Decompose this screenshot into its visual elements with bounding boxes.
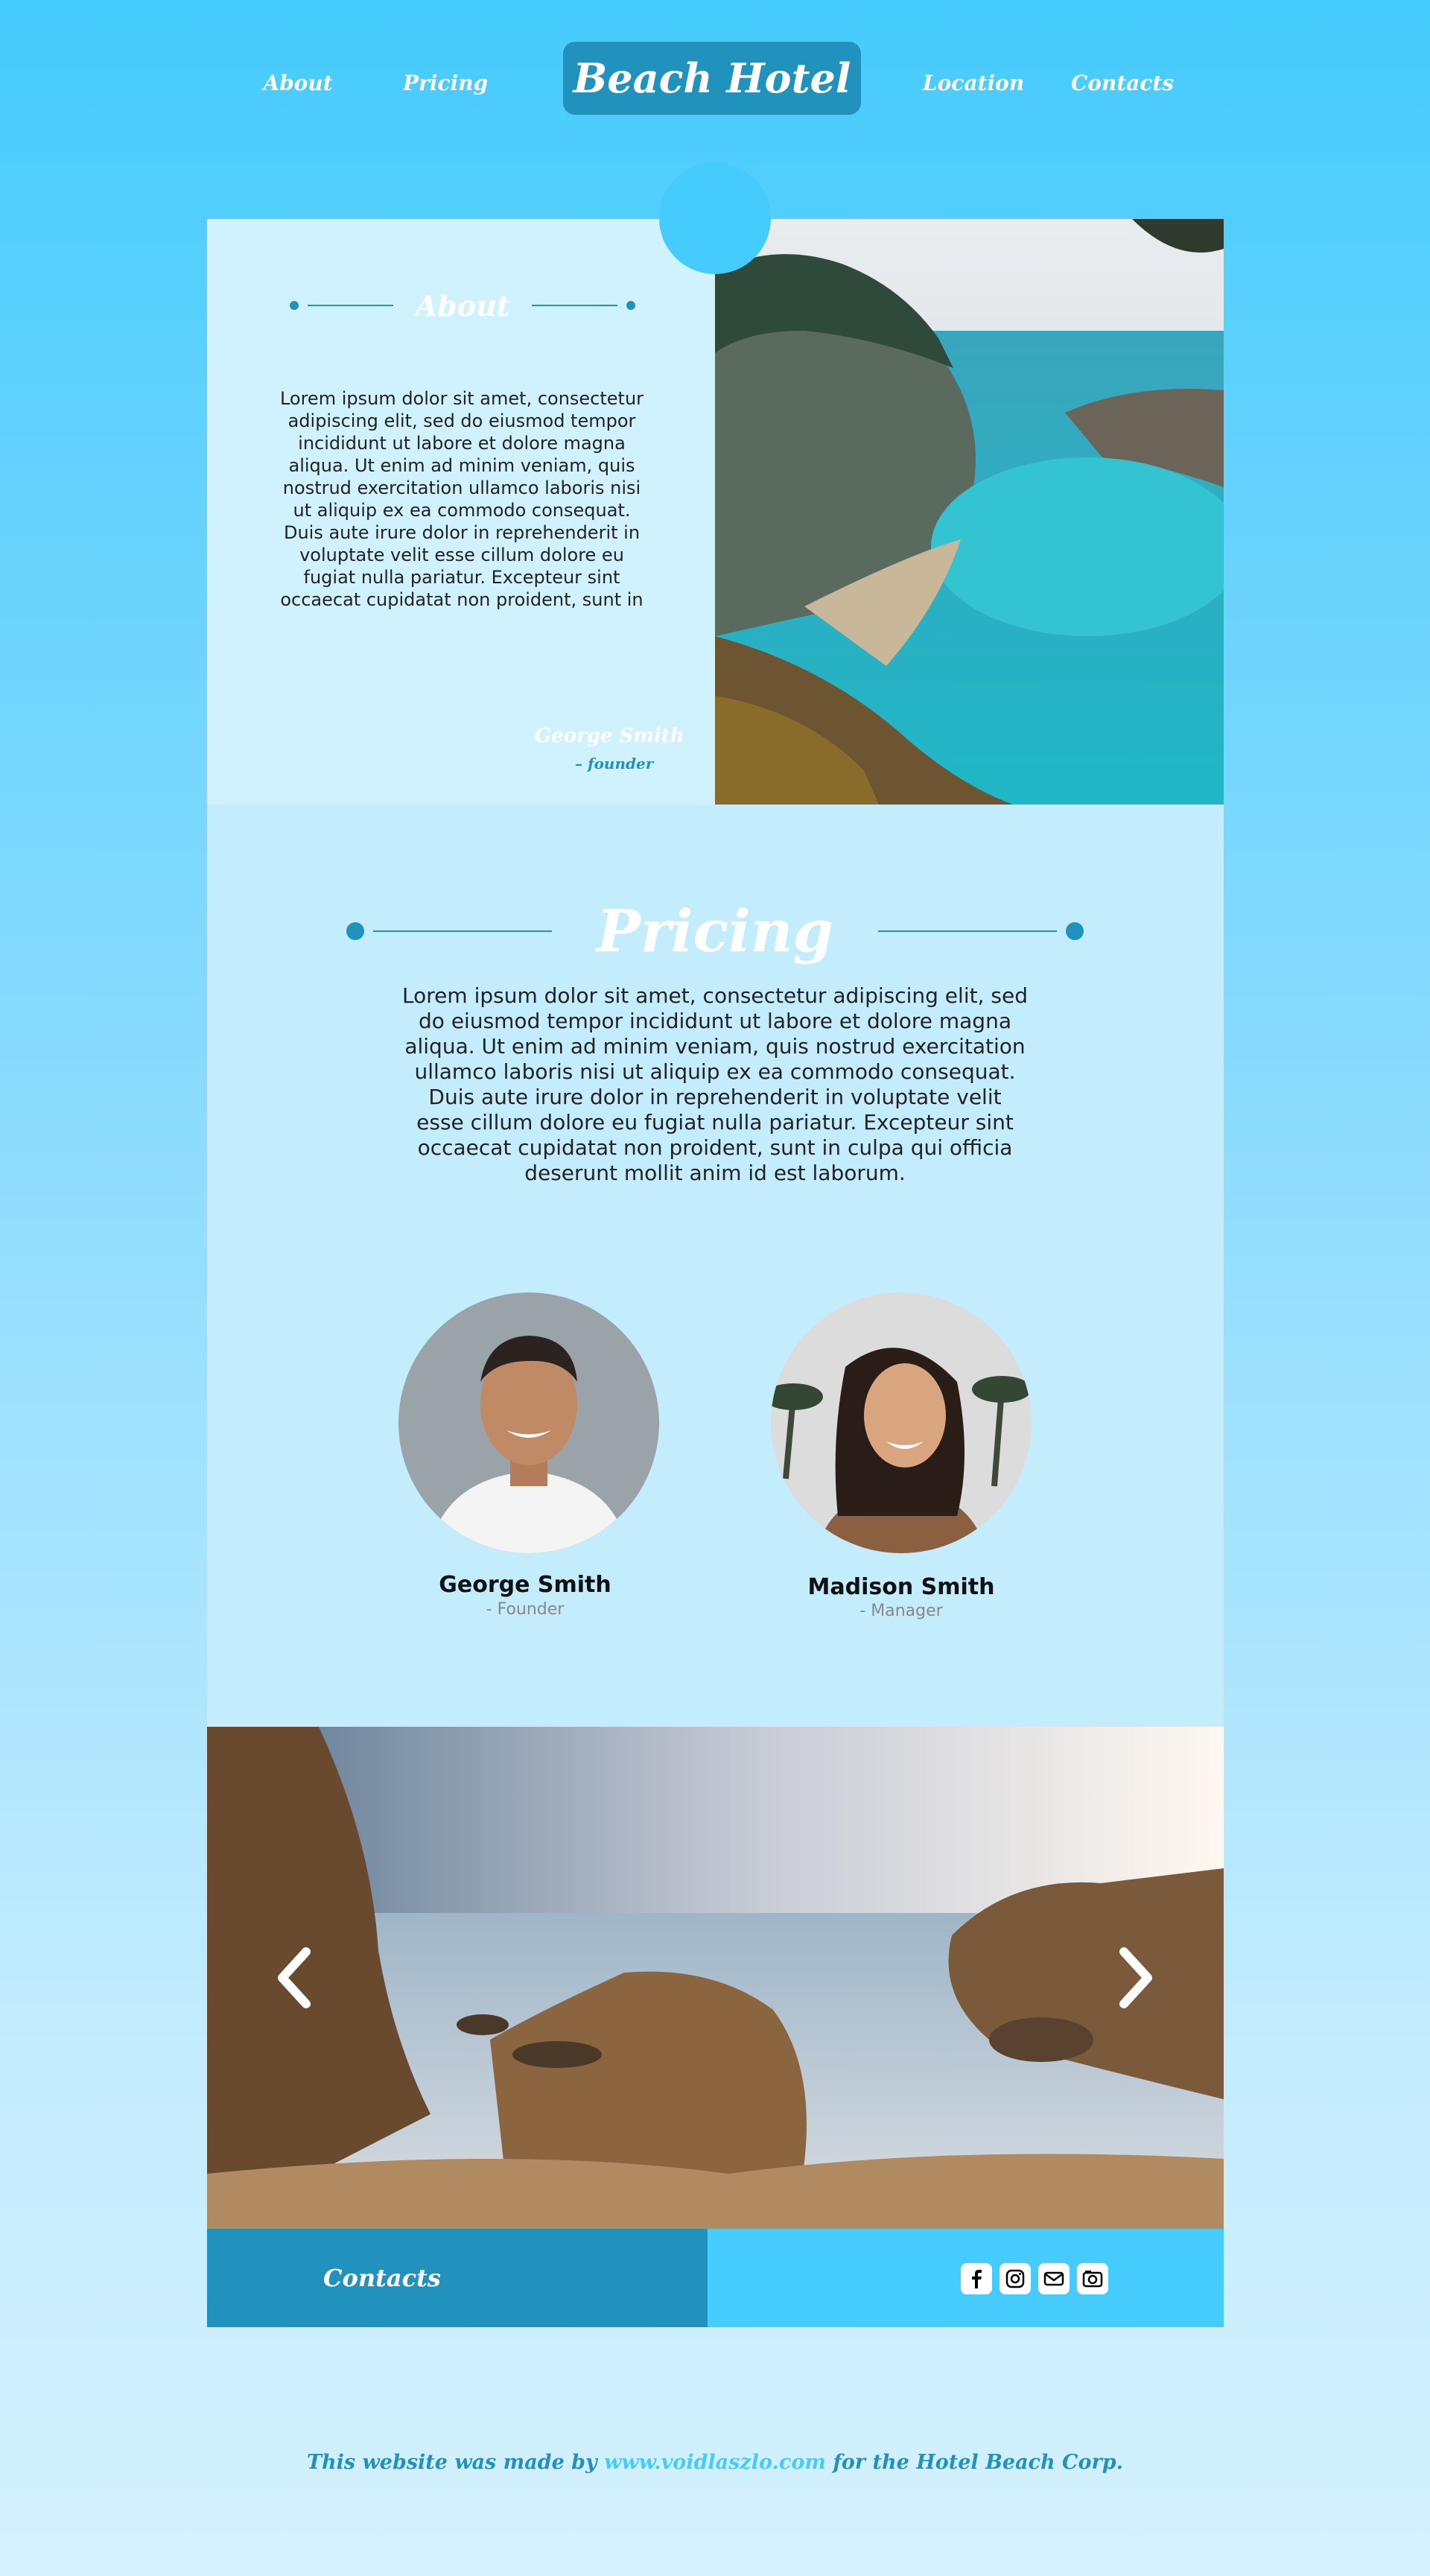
team-role-madison: - Manager — [859, 1602, 943, 1620]
footer-link[interactable]: www.voidlaszlo.com — [604, 2451, 826, 2474]
team-name-madison: Madison Smith — [807, 1574, 995, 1600]
facebook-icon[interactable] — [961, 2263, 992, 2294]
instagram-icon[interactable] — [1000, 2263, 1031, 2294]
chevron-right-icon — [1119, 1947, 1152, 2008]
nav-location-link[interactable]: Location — [923, 71, 1024, 95]
heading-rule — [877, 930, 1057, 932]
pricing-body-text: Lorem ipsum dolor sit amet, consectetur … — [402, 983, 1028, 1185]
signature-role: – founder — [575, 755, 654, 773]
about-heading: About — [287, 283, 638, 328]
heading-rule — [373, 930, 553, 932]
heading-dot — [346, 922, 365, 940]
camera-icon[interactable] — [1077, 2263, 1108, 2294]
contacts-panel: Contacts — [207, 2229, 708, 2327]
footer-suffix: for the Hotel Beach Corp. — [833, 2451, 1124, 2474]
team-role-george: - Founder — [486, 1600, 565, 1619]
gallery-slider — [207, 1727, 1224, 2229]
heading-rule — [532, 305, 618, 306]
avatar-madison — [771, 1292, 1032, 1553]
contacts-title: Contacts — [323, 2264, 441, 2292]
heading-dot — [289, 301, 299, 310]
slider-prev-button[interactable] — [272, 1946, 317, 2010]
nav-contacts-link[interactable]: Contacts — [1071, 71, 1174, 95]
nav-pricing-link[interactable]: Pricing — [403, 71, 488, 95]
footer-credit: This website was made by www.voidlaszlo.… — [0, 2451, 1430, 2474]
signature-name: George Smith — [535, 725, 684, 747]
decorative-circle — [659, 162, 771, 274]
coastline-photo — [715, 219, 1224, 805]
pricing-heading: Pricing — [346, 894, 1084, 968]
brand-logo[interactable]: Beach Hotel — [563, 42, 861, 115]
footer-prefix: This website was made by — [306, 2451, 597, 2474]
heading-dot — [626, 301, 636, 310]
team-name-george: George Smith — [439, 1572, 611, 1598]
slider-next-button[interactable] — [1113, 1946, 1158, 2010]
mail-icon[interactable] — [1038, 2263, 1070, 2294]
about-body-text: Lorem ipsum dolor sit amet, consectetur … — [279, 388, 644, 610]
chevron-left-icon — [278, 1947, 311, 2008]
pricing-title: Pricing — [597, 897, 833, 965]
heading-dot — [1065, 922, 1084, 940]
nav-about-link[interactable]: About — [263, 71, 332, 95]
about-title: About — [415, 288, 510, 323]
avatar-george — [398, 1292, 659, 1553]
heading-rule — [307, 305, 393, 306]
